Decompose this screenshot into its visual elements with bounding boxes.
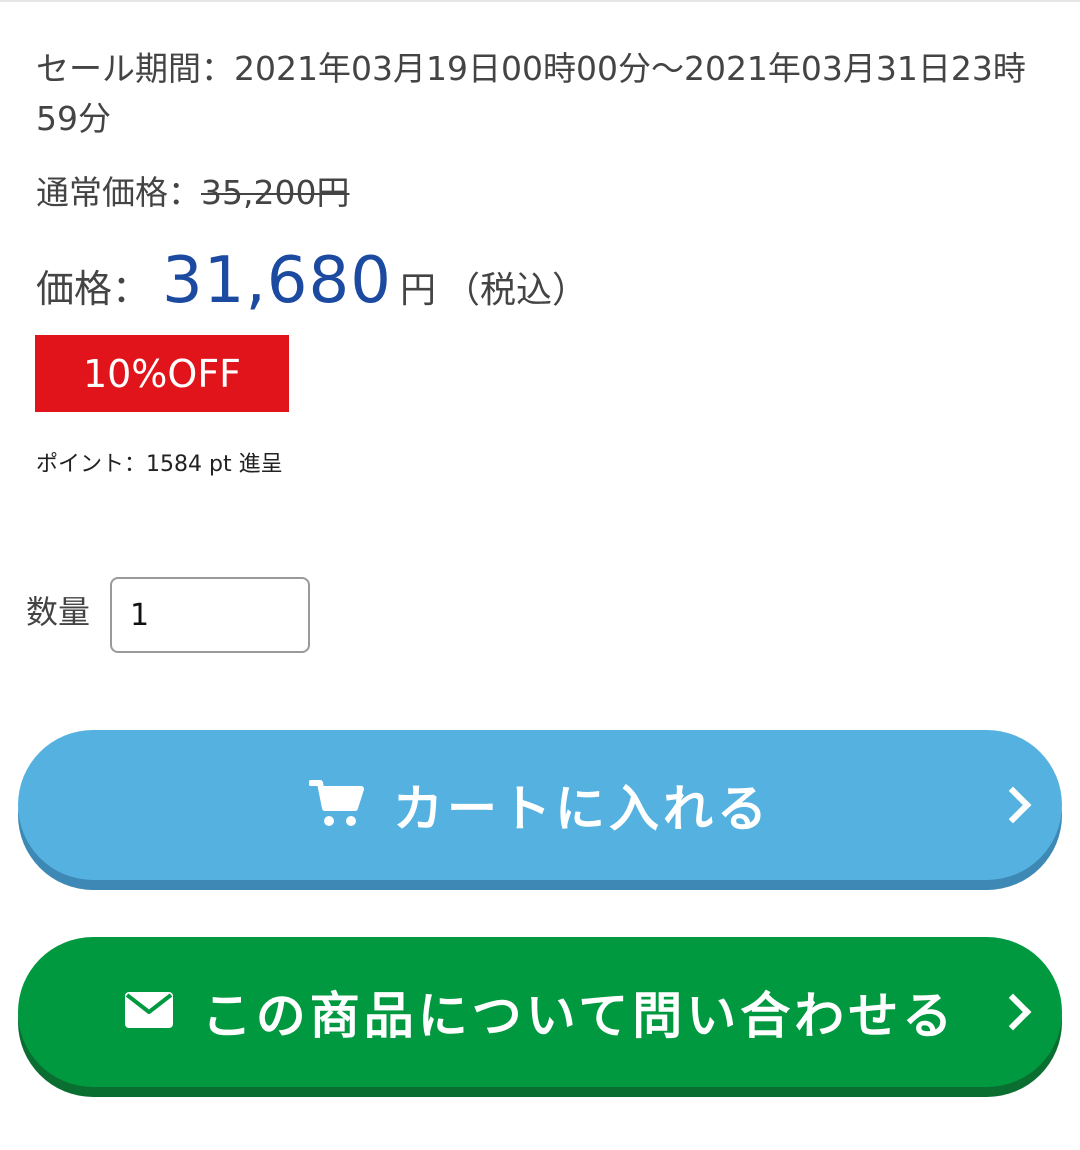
chevron-right-icon: [994, 786, 1032, 824]
top-divider: [0, 0, 1080, 2]
sale-price: 価格： 31,680 円 （税込）: [36, 244, 588, 318]
points-info: ポイント：1584 pt 進呈: [36, 452, 283, 477]
sale-period: セール期間：2021年03月19日00時00分〜2021年03月31日23時59…: [36, 44, 1046, 144]
cart-icon: [308, 778, 365, 832]
add-to-cart-button[interactable]: カートに入れる: [18, 730, 1062, 880]
quantity-input[interactable]: [110, 577, 310, 653]
regular-price-label: 通常価格：: [36, 173, 201, 212]
discount-badge: 10%OFF: [35, 335, 289, 412]
mail-icon: [124, 991, 174, 1033]
chevron-right-icon: [994, 993, 1032, 1031]
add-to-cart-label: カートに入れる: [393, 780, 771, 838]
regular-price-value: 35,200円: [201, 173, 350, 212]
product-inquiry-label: この商品について問い合わせる: [201, 987, 957, 1045]
product-inquiry-content: この商品について問い合わせる: [124, 976, 957, 1048]
price-value: 31,680: [162, 244, 392, 318]
quantity-label: 数量: [26, 593, 91, 631]
price-unit: 円: [399, 270, 436, 311]
price-tax-note: （税込）: [443, 270, 588, 311]
price-label: 価格：: [36, 267, 151, 311]
add-to-cart-content: カートに入れる: [308, 769, 771, 841]
product-inquiry-button[interactable]: この商品について問い合わせる: [18, 937, 1062, 1087]
regular-price: 通常価格：35,200円: [36, 168, 349, 218]
sale-period-label: セール期間：: [36, 49, 234, 88]
